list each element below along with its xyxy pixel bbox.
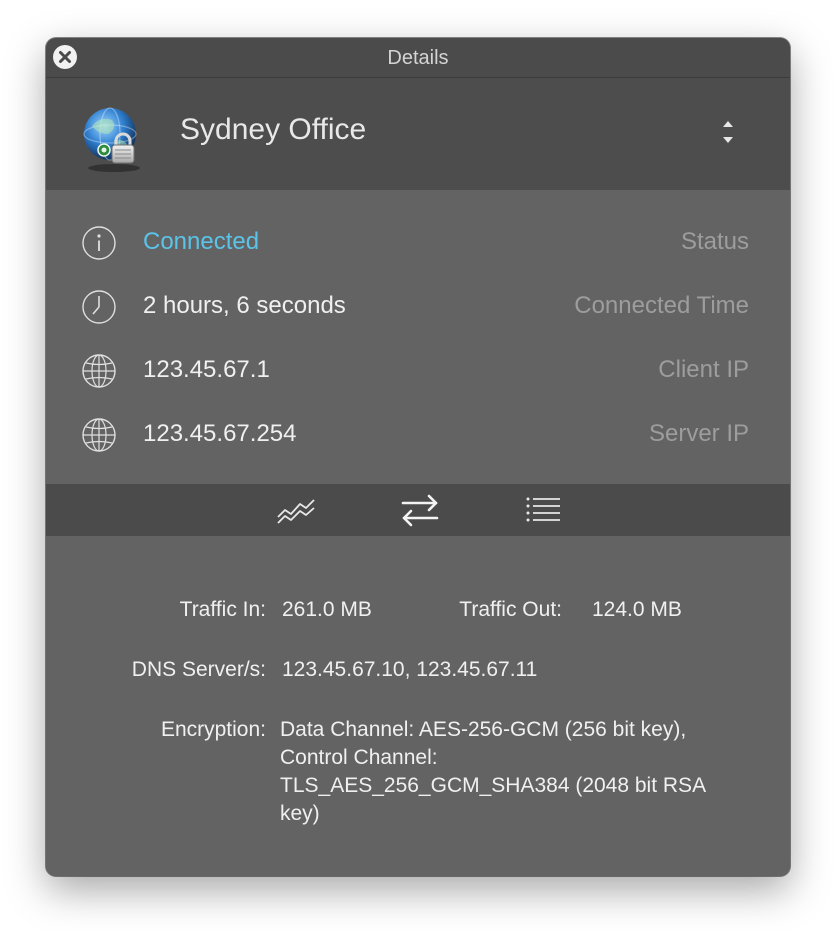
connected-time-row: 2 hours, 6 seconds Connected Time	[46, 281, 790, 331]
connection-info: Connected Status 2 hours, 6 seconds Conn…	[46, 190, 790, 484]
status-row: Connected Status	[46, 217, 790, 267]
status-value: Connected	[143, 228, 260, 255]
server-ip-row: 123.45.67.254 Server IP	[46, 409, 790, 459]
dns-label: DNS Server/s:	[131, 658, 266, 681]
traffic-out-label: Traffic Out:	[459, 598, 562, 621]
server-ip-label: Server IP	[648, 420, 749, 447]
client-ip-value: 123.45.67.1	[143, 356, 270, 383]
vpn-globe-lock-icon	[83, 107, 140, 172]
traffic-in-label: Traffic In:	[179, 598, 266, 621]
info-icon	[82, 226, 116, 260]
clock-icon	[82, 290, 116, 324]
profile-selector-chevrons-icon[interactable]	[714, 114, 742, 150]
connected-time-label: Connected Time	[574, 292, 749, 319]
dns-value: 123.45.67.10, 123.45.67.11	[282, 658, 538, 681]
details-window: Details Sydney Office Connected Status 2…	[46, 38, 790, 876]
list-icon[interactable]	[522, 491, 566, 529]
globe-icon	[82, 418, 116, 452]
transfer-arrows-icon[interactable]	[398, 491, 442, 529]
connected-time-value: 2 hours, 6 seconds	[143, 292, 346, 319]
title-bar[interactable]: Details	[46, 38, 790, 78]
server-ip-value: 123.45.67.254	[143, 420, 297, 447]
client-ip-label: Client IP	[658, 356, 749, 383]
traffic-details: Traffic In: 261.0 MB Traffic Out: 124.0 …	[46, 536, 790, 876]
window-title: Details	[387, 47, 449, 69]
encryption-value: Data Channel: AES-256-GCM (256 bit key),…	[280, 718, 705, 825]
view-toolbar	[46, 484, 790, 536]
status-label: Status	[680, 228, 749, 255]
graph-icon[interactable]	[274, 491, 318, 529]
traffic-in-value: 261.0 MB	[282, 598, 372, 621]
profile-name[interactable]: Sydney Office	[180, 102, 366, 158]
globe-icon	[82, 354, 116, 388]
traffic-out-value: 124.0 MB	[592, 598, 682, 621]
encryption-label: Encryption:	[160, 718, 266, 741]
client-ip-row: 123.45.67.1 Client IP	[46, 345, 790, 395]
